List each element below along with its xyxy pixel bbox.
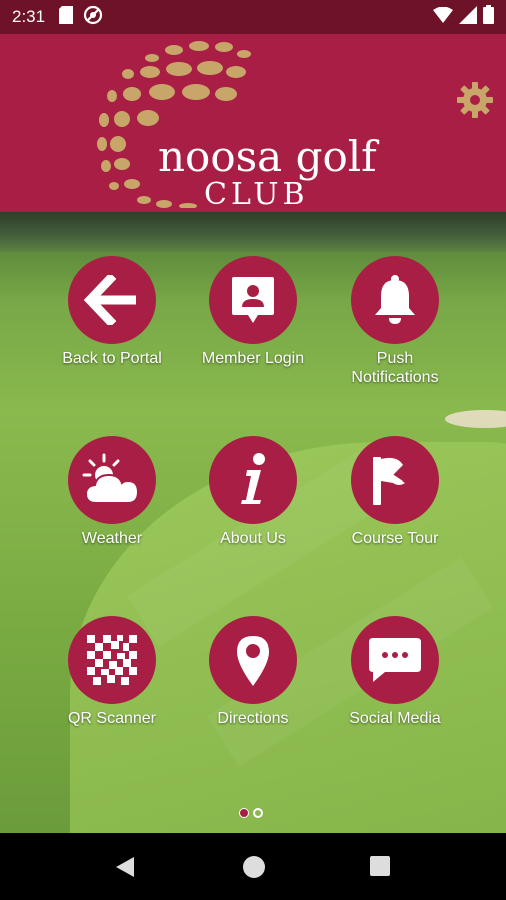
grid-item-label: Social Media: [349, 710, 441, 727]
back-triangle-icon: [116, 857, 134, 877]
weather-icon: [82, 453, 140, 504]
home-circle-icon: [243, 856, 265, 878]
grid-item-back-to-portal[interactable]: Back to Portal: [37, 256, 187, 368]
grid-item-icon-circle: [68, 616, 156, 704]
recents-square-icon: [370, 856, 390, 876]
grid-item-icon-circle: [209, 256, 297, 344]
grid-item-icon-circle: [351, 256, 439, 344]
logo-wordmark: noosa golf: [158, 132, 377, 181]
grid-item-push-notifications[interactable]: Push Notifications: [320, 256, 470, 387]
gear-icon: [457, 82, 493, 118]
grid-item-label: Back to Portal: [62, 350, 162, 367]
grid-item-about-us[interactable]: About Us: [178, 436, 328, 548]
grid-item-social-media[interactable]: Social Media: [320, 616, 470, 728]
grid-item-label: Course Tour: [351, 530, 439, 547]
grid-item-icon-circle: [68, 436, 156, 524]
status-bar: 2:31: [0, 0, 506, 34]
grid-item-label: Directions: [217, 710, 289, 727]
location-pin-icon: [237, 636, 269, 686]
grid-item-label: QR Scanner: [67, 710, 157, 727]
grid-item-course-tour[interactable]: Course Tour: [320, 436, 470, 548]
background-bunker: [445, 410, 506, 428]
logo-subtitle: CLUB: [204, 177, 309, 212]
grid-item-qr-scanner[interactable]: QR Scanner: [37, 616, 187, 728]
grid-item-icon-circle: [209, 436, 297, 524]
settings-button[interactable]: [455, 80, 495, 120]
grid-item-directions[interactable]: Directions: [178, 616, 328, 728]
chat-icon: [369, 638, 421, 682]
member-id-icon: [232, 277, 274, 323]
qr-icon: [87, 635, 137, 685]
system-nav-bar: [0, 833, 506, 900]
page-indicator: [239, 808, 263, 818]
info-icon: [241, 453, 265, 504]
grid-item-icon-circle: [68, 256, 156, 344]
grid-item-icon-circle: [351, 616, 439, 704]
no-disturb-icon: [83, 5, 103, 30]
nav-home-button[interactable]: [242, 855, 266, 884]
signal-icon: [459, 5, 477, 29]
flag-icon: [373, 457, 405, 505]
wifi-icon: [433, 6, 453, 28]
page-dot-active[interactable]: [239, 808, 249, 818]
sd-card-icon: [59, 5, 74, 29]
grid-item-icon-circle: [209, 616, 297, 704]
grid-item-weather[interactable]: Weather: [37, 436, 187, 548]
page-dot[interactable]: [253, 808, 263, 818]
grid-item-icon-circle: [351, 436, 439, 524]
grid-item-label: Push Notifications: [351, 350, 439, 386]
grid-item-label: Member Login: [201, 350, 305, 367]
background-trees: [0, 212, 506, 252]
battery-icon: [483, 5, 494, 29]
grid-item-label: Weather: [81, 530, 143, 547]
bell-icon: [375, 275, 415, 324]
grid-item-label: About Us: [220, 530, 286, 547]
nav-back-button[interactable]: [114, 855, 136, 884]
arrow-left-icon: [84, 275, 136, 325]
nav-recents-button[interactable]: [369, 855, 391, 882]
app-header: noosa golf CLUB: [0, 34, 506, 212]
grid-item-member-login[interactable]: Member Login: [178, 256, 328, 368]
status-time: 2:31: [12, 7, 46, 26]
